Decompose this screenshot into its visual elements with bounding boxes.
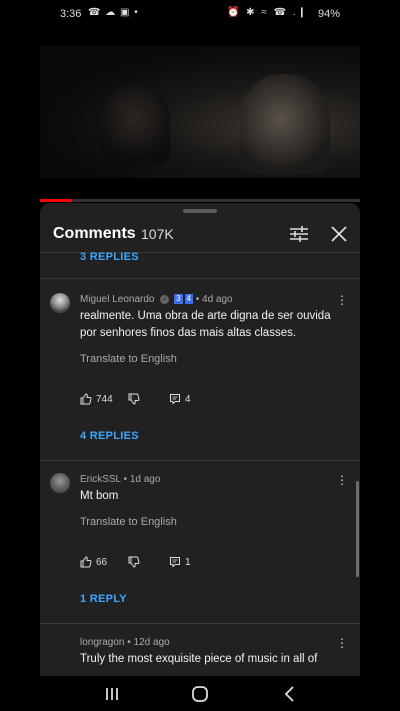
comment-divider xyxy=(40,623,360,624)
comment-time: • 1d ago xyxy=(123,474,161,485)
battery-level: 94% xyxy=(317,8,340,20)
translate-link[interactable]: Translate to English xyxy=(80,353,177,365)
thumbs-up-icon xyxy=(80,393,92,405)
view-replies-link[interactable]: 1 REPLY xyxy=(80,593,127,605)
translate-link[interactable]: Translate to English xyxy=(80,516,177,528)
back-icon[interactable] xyxy=(280,684,300,704)
system-nav-bar xyxy=(40,676,360,711)
comment-time: • 12d ago xyxy=(127,637,170,648)
reply-count: 4 xyxy=(185,393,191,405)
kebab-icon[interactable]: ⋮ xyxy=(336,293,348,307)
avatar[interactable] xyxy=(50,473,70,493)
scrollbar[interactable] xyxy=(356,481,359,577)
comment-author[interactable]: Miguel Leonardo xyxy=(80,294,155,305)
video-progress-fill xyxy=(40,199,72,202)
like-count: 744 xyxy=(96,393,113,405)
like-count: 66 xyxy=(96,556,108,568)
comment-text: Truly the most exquisite piece of music … xyxy=(80,653,318,665)
thumbs-down-icon xyxy=(128,556,140,568)
video-figure-left xyxy=(100,86,170,166)
thumbs-up-icon xyxy=(80,556,92,568)
comment-divider xyxy=(40,278,360,279)
system-icons: ⏰ ✱ ≈ ☎ .❙ xyxy=(226,7,308,18)
comments-sheet: Comments 107K 3 REPLIES Miguel Leonardo … xyxy=(40,203,360,711)
video-figure-right xyxy=(240,74,330,174)
close-icon[interactable] xyxy=(328,223,350,245)
comment-author[interactable]: longragon xyxy=(80,637,124,648)
comment-text: Mt bom xyxy=(80,490,119,502)
reply-icon xyxy=(170,557,180,568)
view-replies-link[interactable]: 3 REPLIES xyxy=(80,251,139,263)
video-player[interactable] xyxy=(40,46,360,178)
sliders-icon[interactable] xyxy=(288,223,310,245)
home-icon[interactable] xyxy=(190,684,210,704)
badge-number: 3 xyxy=(174,294,183,305)
member-badge-icon: ✓ xyxy=(160,294,170,304)
reply-button[interactable]: 4 xyxy=(169,393,191,405)
video-progress-bar[interactable] xyxy=(40,199,360,202)
comments-count: 107K xyxy=(141,226,174,242)
status-bar: 3:36 ☎ ☁ ▣ • ⏰ ✱ ≈ ☎ .❙ 94% xyxy=(0,0,400,28)
comment-author[interactable]: ErickSSL xyxy=(80,474,121,485)
view-replies-link[interactable]: 4 REPLIES xyxy=(80,430,139,442)
comments-title: Comments xyxy=(53,225,136,242)
reply-count: 1 xyxy=(185,556,191,568)
thumbs-down-icon xyxy=(128,393,140,405)
comment-meta: longragon • 12d ago xyxy=(80,637,170,648)
drag-handle[interactable] xyxy=(183,209,217,213)
like-button[interactable]: 744 xyxy=(80,393,113,405)
notification-icons: ☎ ☁ ▣ • xyxy=(88,7,139,18)
dislike-button[interactable] xyxy=(128,556,140,568)
kebab-icon[interactable]: ⋮ xyxy=(336,636,348,650)
comment-meta: Miguel Leonardo ✓ 34 • 4d ago xyxy=(80,294,233,305)
like-button[interactable]: 66 xyxy=(80,556,107,568)
reply-icon xyxy=(170,394,180,405)
badge-number: 4 xyxy=(184,294,193,305)
status-time: 3:36 xyxy=(60,8,82,20)
dislike-button[interactable] xyxy=(128,393,140,405)
comment-divider xyxy=(40,460,360,461)
comment-meta: ErickSSL • 1d ago xyxy=(80,474,160,485)
avatar[interactable] xyxy=(50,293,70,313)
comment-text: realmente. Uma obra de arte digna de ser… xyxy=(80,310,331,339)
recent-apps-icon[interactable] xyxy=(102,684,122,704)
kebab-icon[interactable]: ⋮ xyxy=(336,473,348,487)
comments-header: Comments 107K xyxy=(40,217,360,251)
comment-time: • 4d ago xyxy=(195,294,233,305)
reply-button[interactable]: 1 xyxy=(169,556,191,568)
